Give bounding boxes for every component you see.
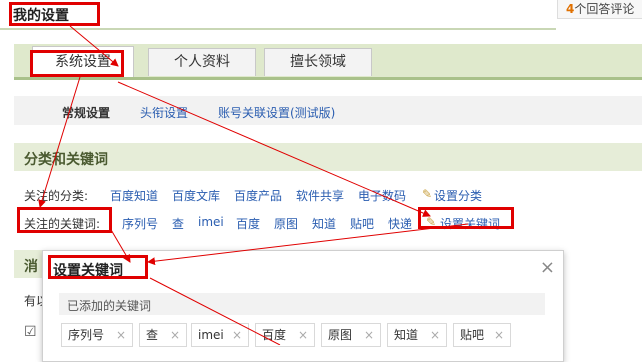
arrow-dialog-down [149,277,281,345]
arrow-tab-to-setting [117,81,431,217]
arrow-tab-to-keywords [38,76,81,208]
arrow-setting-to-dialog [147,223,469,266]
annotation-arrows [38,25,469,345]
arrow-title-to-tab [69,25,119,67]
arrow-keywords-to-dialog [109,227,131,263]
